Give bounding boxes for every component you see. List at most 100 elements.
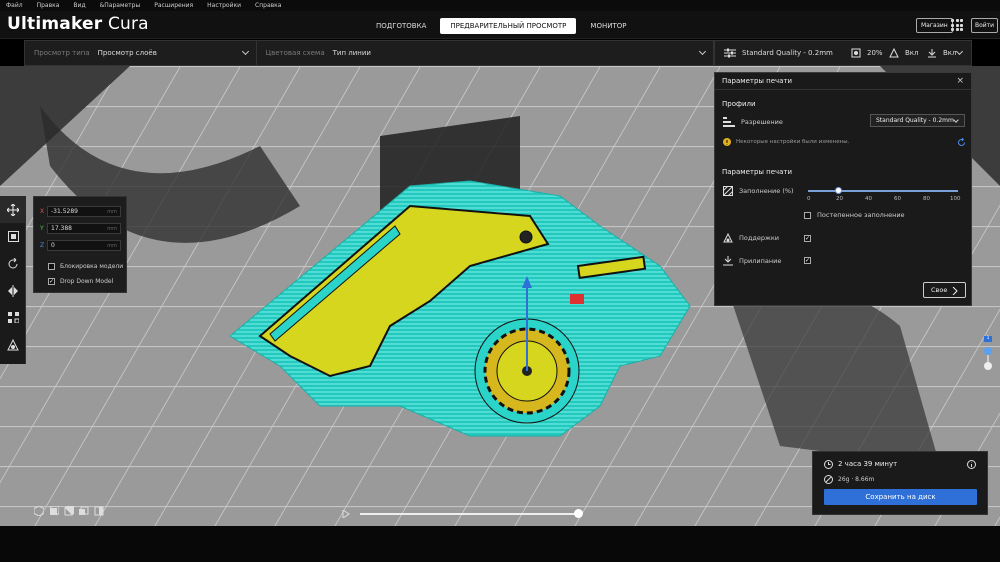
menu-file[interactable]: Файл (6, 2, 23, 9)
adhesion-checkbox[interactable]: ✓ (804, 257, 811, 264)
move-icon (7, 203, 19, 216)
mirror-icon (8, 284, 18, 297)
3d-view-icon[interactable] (34, 506, 44, 516)
infill-row: Заполнение (%) (723, 186, 794, 196)
print-settings-panel: Параметры печати × Профили Разрешение St… (714, 72, 972, 306)
settings-heading: Параметры печати (722, 168, 793, 176)
support-blocker-icon (7, 338, 19, 350)
job-summary-panel: 2 часа 39 минут 26g · 8.66m Сохранить на… (812, 451, 988, 515)
playback-handle[interactable] (574, 509, 583, 518)
top-view-icon[interactable] (64, 506, 74, 516)
menu-settings[interactable]: &Параметры (100, 2, 141, 9)
scale-tool[interactable] (0, 223, 26, 250)
support-checkbox[interactable]: ✓ (804, 235, 811, 242)
save-to-disk-button[interactable]: Сохранить на диск (824, 489, 977, 505)
support-icon (723, 233, 733, 243)
adhesion-row: Прилипание (723, 256, 781, 266)
resolution-select[interactable]: Standard Quality - 0.2mm (870, 114, 965, 127)
support-value: Вкл (905, 49, 919, 57)
playback-track[interactable] (360, 513, 578, 515)
header-bar: Ultimaker Cura ПОДГОТОВКА ПРЕДВАРИТЕЛЬНЫ… (0, 11, 1000, 39)
chevron-right-icon (952, 287, 958, 295)
support-icon (889, 48, 899, 58)
layer-bottom-handle[interactable] (984, 362, 992, 370)
layer-top-handle[interactable] (984, 347, 992, 355)
chevron-down-icon (241, 47, 249, 56)
rotate-tool[interactable] (0, 250, 26, 277)
move-panel: X -31.5289 mm Y 17.388 mm Z 0 mm Блокировка мо… (33, 196, 127, 293)
infill-slider[interactable] (808, 187, 958, 194)
resolution-row: Разрешение (723, 117, 783, 127)
adhesion-icon (928, 49, 936, 58)
print-settings-summary[interactable]: Standard Quality - 0.2mm 20% Вкл Вкл (714, 40, 972, 66)
infill-icon (723, 186, 733, 196)
x-axis-handle[interactable] (570, 294, 584, 304)
stage-tabs: ПОДГОТОВКА ПРЕДВАРИТЕЛЬНЫЙ ПРОСМОТР МОНИ… (366, 18, 636, 34)
gradual-infill-checkbox[interactable]: Постепенное заполнение (804, 211, 905, 219)
tab-prepare[interactable]: ПОДГОТОВКА (366, 18, 436, 34)
bottom-bar (0, 526, 1000, 562)
support-row: Поддержки (723, 233, 779, 243)
app-logo: Ultimaker Cura (7, 14, 149, 34)
right-view-icon[interactable] (94, 506, 104, 516)
sliders-icon (724, 48, 736, 58)
z-input[interactable]: 0 mm (47, 240, 121, 251)
spool-icon (824, 475, 833, 484)
print-time: 2 часа 39 минут (838, 460, 898, 468)
z-coordinate: Z 0 mm (40, 240, 124, 251)
login-button[interactable]: Войти (971, 18, 999, 33)
infill-icon (851, 48, 861, 58)
reset-icon[interactable] (957, 138, 966, 147)
rotate-icon (8, 257, 18, 268)
info-icon[interactable] (967, 460, 976, 469)
view-toolbar: Просмотр типа Просмотр слоёв Цветовая сх… (24, 40, 714, 66)
menu-edit[interactable]: Правка (37, 2, 60, 9)
check-icon: ✓ (48, 278, 55, 285)
move-tool[interactable] (0, 196, 26, 223)
x-coordinate: X -31.5289 mm (40, 206, 124, 217)
quality-profile: Standard Quality - 0.2mm (742, 49, 833, 57)
menu-help[interactable]: Справка (255, 2, 281, 9)
menu-view[interactable]: Вид (73, 2, 85, 9)
tab-monitor[interactable]: МОНИТОР (580, 18, 636, 34)
drop-down-model-checkbox[interactable]: ✓ Drop Down Model (48, 278, 113, 285)
adhesion-icon (723, 256, 733, 266)
front-view-icon[interactable] (49, 506, 59, 516)
chevron-down-icon (698, 47, 707, 56)
play-icon[interactable] (342, 510, 350, 518)
mirror-tool[interactable] (0, 277, 26, 304)
tab-preview[interactable]: ПРЕДВАРИТЕЛЬНЫЙ ПРОСМОТР (440, 18, 577, 34)
checkbox-icon (804, 211, 811, 219)
menu-bar: Файл Правка Вид &Параметры Расширения На… (0, 0, 1000, 11)
support-blocker-tool[interactable] (0, 331, 26, 358)
apps-grid-icon[interactable] (951, 19, 963, 31)
y-coordinate: Y 17.388 mm (40, 223, 124, 234)
warning-icon (723, 138, 731, 146)
scale-icon (7, 231, 19, 242)
infill-value: 20% (867, 49, 883, 57)
left-view-icon[interactable] (79, 506, 89, 516)
lock-model-checkbox[interactable]: Блокировка модели (48, 263, 123, 270)
per-model-settings-tool[interactable] (0, 304, 26, 331)
y-input[interactable]: 17.388 mm (47, 223, 121, 234)
clock-icon (824, 460, 833, 469)
close-icon[interactable]: × (956, 76, 964, 86)
chevron-down-icon (953, 117, 959, 123)
cura-window: Файл Правка Вид &Параметры Расширения На… (0, 0, 1000, 562)
color-scheme-select[interactable]: Цветовая схема Тип линии (257, 41, 713, 65)
custom-settings-button[interactable]: Свое (923, 282, 966, 298)
panel-header: Параметры печати × (715, 73, 971, 90)
marketplace-button[interactable]: Магазин (916, 18, 953, 33)
layer-number: 1 (984, 336, 992, 342)
layer-slider[interactable]: 1 (984, 336, 992, 376)
per-model-settings-icon (7, 312, 19, 323)
settings-changed-warning: Некоторые настройки были изменены. (723, 138, 849, 146)
material-usage: 26g · 8.66m (838, 476, 875, 483)
camera-view-buttons (34, 506, 104, 516)
menu-extensions[interactable]: Расширения (154, 2, 193, 9)
menu-preferences[interactable]: Настройки (207, 2, 241, 9)
profiles-heading: Профили (722, 100, 756, 108)
slider-handle[interactable] (834, 187, 842, 194)
view-type-select[interactable]: Просмотр типа Просмотр слоёв (25, 41, 257, 65)
x-input[interactable]: -31.5289 mm (47, 206, 121, 217)
